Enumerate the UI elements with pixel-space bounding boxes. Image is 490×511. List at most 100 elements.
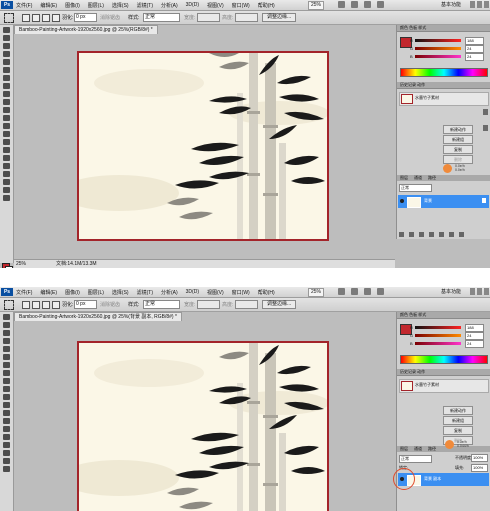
healing-brush-tool-icon[interactable] [3,75,10,81]
menu-layer[interactable]: 图层(L) [88,289,104,296]
menu-file[interactable]: 文件(F) [16,2,32,9]
width-input[interactable] [197,13,220,22]
eyedropper-tool-icon[interactable] [3,67,10,73]
arrange-icon[interactable] [377,288,384,295]
tab-channels[interactable]: 通道 [414,175,422,181]
camera-icon[interactable] [483,109,488,115]
history-item[interactable]: 水墨竹子素材 [399,379,489,393]
color-panel-tabs[interactable]: 颜色 色板 样式 [397,312,490,319]
canvas-area[interactable] [14,34,395,257]
menu-window[interactable]: 窗口(W) [232,2,250,9]
refine-edge-button[interactable]: 调整边缘... [262,300,297,309]
close-icon[interactable] [484,288,489,295]
height-input[interactable] [235,300,258,309]
hand-icon[interactable] [338,1,345,8]
subtract-selection-icon[interactable] [42,14,50,22]
menu-3d[interactable]: 3D(D) [186,289,199,295]
link-icon[interactable] [399,232,404,237]
pen-tool-icon[interactable] [3,426,10,432]
red-slider[interactable] [415,39,461,42]
red-value-input[interactable]: 188 [465,324,484,332]
zoom-level-select[interactable]: 25% [308,288,325,297]
workspace-switcher[interactable]: 基本功能 [441,288,461,295]
3d-rotate-tool-icon[interactable] [3,171,10,177]
screen-mode-icon[interactable] [364,1,371,8]
new-selection-icon[interactable] [22,14,30,22]
blue-value-input[interactable]: 24 [465,340,484,348]
arrange-icon[interactable] [377,1,384,8]
menu-view[interactable]: 视图(V) [207,289,224,296]
intersect-selection-icon[interactable] [52,14,60,22]
tab-paths[interactable]: 路径 [428,446,436,452]
magic-wand-tool-icon[interactable] [3,51,10,57]
duplicate-button[interactable]: 复制 [443,145,473,154]
menu-edit[interactable]: 编辑(E) [40,2,57,9]
clone-stamp-tool-icon[interactable] [3,378,10,384]
blue-slider[interactable] [415,342,461,345]
green-value-input[interactable]: 24 [465,45,484,53]
menu-filter[interactable]: 滤镜(T) [137,289,153,296]
canvas-area[interactable] [14,321,395,511]
move-tool-icon[interactable] [3,27,10,33]
trash-icon[interactable] [459,232,464,237]
magic-wand-tool-icon[interactable] [3,338,10,344]
marquee-tool-icon[interactable] [3,322,10,328]
history-brush-tool-icon[interactable] [3,386,10,392]
new-layer-icon[interactable] [449,232,454,237]
menu-view[interactable]: 视图(V) [207,2,224,9]
3d-rotate-tool-icon[interactable] [3,458,10,464]
maximize-icon[interactable] [477,288,482,295]
tab-paths[interactable]: 路径 [428,175,436,181]
menu-filter[interactable]: 滤镜(T) [137,2,153,9]
layer-row-background[interactable]: 背景 [398,195,489,208]
folder-icon[interactable] [439,232,444,237]
lasso-tool-icon[interactable] [3,330,10,336]
menu-help[interactable]: 帮助(H) [258,289,275,296]
rotate-icon[interactable] [351,288,358,295]
history-panel-tabs[interactable]: 历史记录 动作 [397,369,490,376]
history-brush-tool-icon[interactable] [3,99,10,105]
blend-mode-select[interactable]: 正常 [399,184,432,192]
tab-layers[interactable]: 图层 [400,446,408,452]
red-slider[interactable] [415,326,461,329]
new-selection-icon[interactable] [22,301,30,309]
path-selection-tool-icon[interactable] [3,442,10,448]
marquee-tool-icon[interactable] [4,13,14,23]
shape-tool-icon[interactable] [3,450,10,456]
menu-help[interactable]: 帮助(H) [258,2,275,9]
marquee-tool-icon[interactable] [3,35,10,41]
clone-stamp-tool-icon[interactable] [3,91,10,97]
intersect-selection-icon[interactable] [52,301,60,309]
zoom-tool-icon[interactable] [3,195,10,201]
delete-button[interactable]: 删除 [443,155,473,164]
brush-tool-icon[interactable] [3,370,10,376]
menu-layer[interactable]: 图层(L) [88,2,104,9]
minimize-icon[interactable] [470,1,475,8]
screen-mode-icon[interactable] [364,288,371,295]
tab-channels[interactable]: 通道 [414,446,422,452]
brush-tool-icon[interactable] [3,83,10,89]
new-action-button[interactable]: 新建动作 [443,406,473,415]
hand-icon[interactable] [338,288,345,295]
green-slider[interactable] [415,47,461,50]
style-select[interactable]: 正常 [143,300,180,309]
type-tool-icon[interactable] [3,434,10,440]
add-selection-icon[interactable] [32,14,40,22]
duplicate-button[interactable]: 复制 [443,426,473,435]
workspace-switcher[interactable]: 基本功能 [441,1,461,8]
new-group-button[interactable]: 新建组 [443,135,473,144]
antialias-checkbox[interactable]: 消除锯齿 [100,14,120,21]
path-selection-tool-icon[interactable] [3,155,10,161]
3d-orbit-tool-icon[interactable] [3,179,10,185]
pen-tool-icon[interactable] [3,139,10,145]
close-icon[interactable] [484,1,489,8]
rotate-icon[interactable] [351,1,358,8]
blend-mode-select[interactable]: 正常 [399,455,432,463]
menu-image[interactable]: 图像(I) [65,2,80,9]
lasso-tool-icon[interactable] [3,43,10,49]
fill-input[interactable]: 100% [471,464,488,472]
new-action-button[interactable]: 新建动作 [443,125,473,134]
blur-tool-icon[interactable] [3,123,10,129]
adjustment-icon[interactable] [429,232,434,237]
add-selection-icon[interactable] [32,301,40,309]
